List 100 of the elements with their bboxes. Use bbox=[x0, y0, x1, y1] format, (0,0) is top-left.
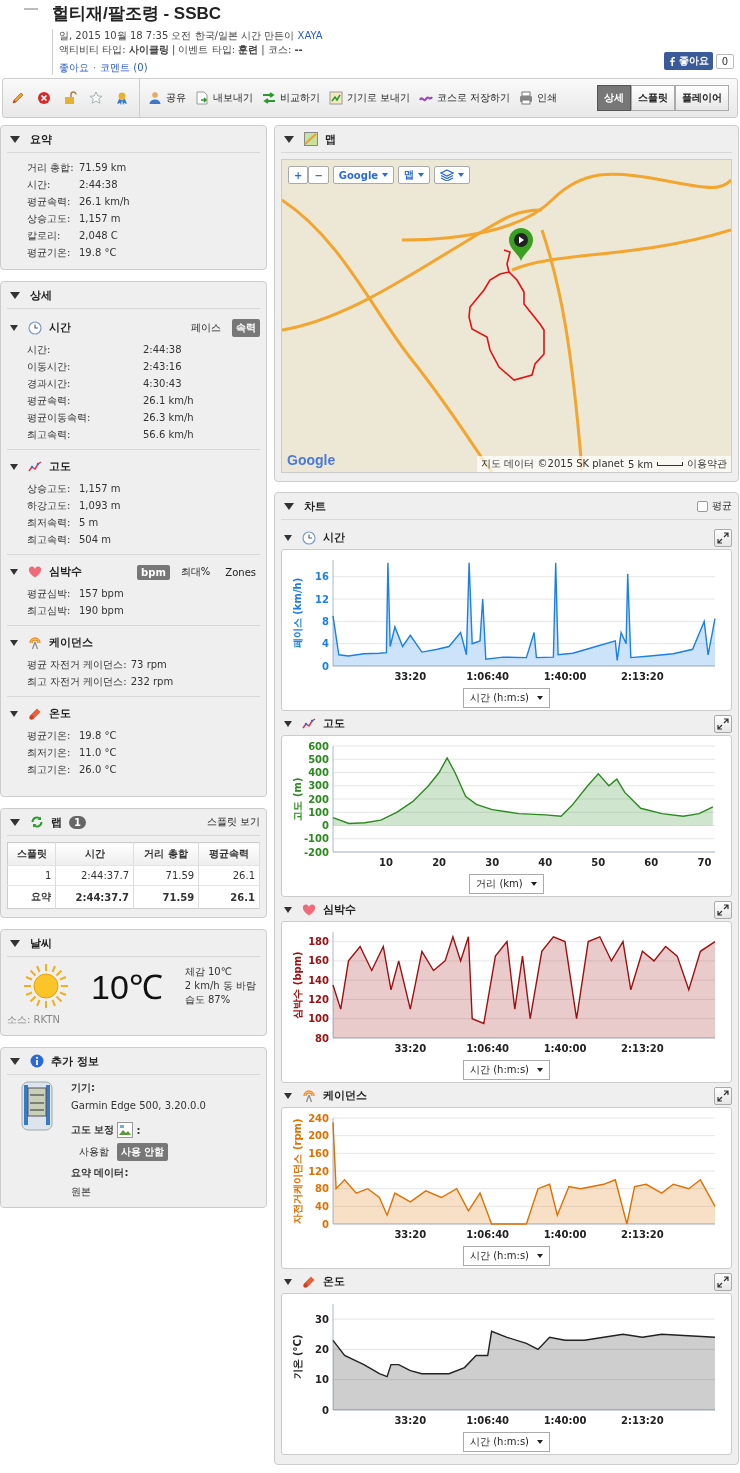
x-axis-dropdown[interactable]: 거리 (km) bbox=[469, 874, 544, 894]
unit-toggle[interactable]: 속력 bbox=[232, 319, 260, 337]
collapse-caret-icon[interactable] bbox=[10, 135, 20, 143]
view-tab[interactable]: 스플릿 bbox=[631, 85, 675, 111]
unit-toggle[interactable]: Zones bbox=[221, 564, 260, 580]
stat-value: 1,157 m bbox=[79, 212, 121, 226]
activity-date: 일, 2015 10월 18 7:35 오전 한국/일본 시간 만든이 bbox=[59, 30, 295, 41]
expand-button[interactable] bbox=[714, 528, 732, 547]
axis-tick-label: 500 bbox=[307, 753, 329, 765]
toolbar-action-button[interactable]: 내보내기 bbox=[195, 91, 253, 105]
collapse-caret-icon[interactable] bbox=[284, 720, 292, 727]
x-axis-dropdown[interactable]: 시간 (h:m:s) bbox=[463, 1246, 550, 1266]
elevation-correction-option[interactable]: 사용함 bbox=[75, 1143, 113, 1161]
expand-button[interactable] bbox=[714, 1086, 732, 1105]
like-link[interactable]: 좋아요 bbox=[59, 61, 89, 75]
toolbar-action-button[interactable]: 공유 bbox=[148, 91, 186, 105]
collapse-caret-icon[interactable] bbox=[10, 818, 20, 826]
toolbar-action-button[interactable]: 인쇄 bbox=[519, 91, 558, 105]
toolbar-action-button[interactable]: 코스로 저장하기 bbox=[419, 91, 511, 105]
collapse-caret-icon[interactable] bbox=[284, 906, 292, 913]
panel-title: 맵 bbox=[325, 131, 336, 147]
table-cell: 2:44:37.7 bbox=[55, 865, 134, 886]
stat-value: 19.8 °C bbox=[79, 729, 117, 743]
axis-tick-label: 1:06:40 bbox=[465, 671, 509, 682]
axis-tick-label: 30 bbox=[314, 1313, 329, 1325]
collapse-caret-icon[interactable] bbox=[10, 1057, 20, 1065]
stat-label: 상승고도: bbox=[27, 482, 72, 496]
terms-link[interactable]: 이용약관 bbox=[687, 457, 727, 471]
panel-title: 요약 bbox=[30, 131, 52, 147]
collapse-caret-icon[interactable] bbox=[284, 1092, 292, 1099]
axis-tick-label: 2:13:20 bbox=[620, 1415, 664, 1426]
axis-tick-label: 200 bbox=[307, 793, 329, 805]
collapse-caret-icon[interactable] bbox=[10, 569, 18, 575]
collapse-caret-icon[interactable] bbox=[10, 711, 18, 717]
map-marker-icon bbox=[509, 228, 533, 261]
unit-toggle[interactable]: bpm bbox=[137, 564, 170, 580]
field-label: 요약 데이터: bbox=[71, 1166, 130, 1180]
map-type-dropdown[interactable]: 맵 bbox=[398, 166, 431, 184]
gps-device-drawing bbox=[21, 1081, 53, 1131]
expand-button[interactable] bbox=[714, 900, 732, 919]
collapse-caret-icon[interactable] bbox=[284, 502, 294, 510]
collapse-caret-icon[interactable] bbox=[284, 1278, 292, 1285]
collapse-caret-icon[interactable] bbox=[284, 534, 292, 541]
collapse-caret-icon[interactable] bbox=[10, 939, 20, 947]
axis-tick-label: 100 bbox=[307, 806, 329, 818]
axis-tick-label: 50 bbox=[590, 857, 605, 868]
collapse-caret-icon[interactable] bbox=[10, 291, 20, 299]
view-tab[interactable]: 플레이어 bbox=[675, 85, 729, 111]
collapse-caret-icon[interactable] bbox=[10, 464, 18, 470]
toolbar-action-button[interactable]: 기기로 보내기 bbox=[329, 91, 411, 105]
collapse-caret-icon[interactable] bbox=[10, 325, 18, 331]
facebook-like-button[interactable]: 좋아요 bbox=[663, 52, 713, 70]
lap-count-badge: 1 bbox=[69, 815, 86, 829]
x-axis-dropdown[interactable]: 시간 (h:m:s) bbox=[463, 1432, 550, 1452]
axis-tick-label: 60 bbox=[643, 857, 658, 868]
view-tab[interactable]: 상세 bbox=[597, 85, 631, 111]
section-title: 케이던스 bbox=[49, 636, 93, 650]
axis-tick-label: 2:13:20 bbox=[620, 1229, 664, 1240]
column-header: 평균속력 bbox=[198, 842, 260, 866]
stat-value: 26.1 km/h bbox=[79, 195, 130, 209]
axis-title: 기온 (°C) bbox=[291, 1334, 303, 1380]
zoom-out-button[interactable]: − bbox=[308, 166, 329, 184]
delete-button[interactable] bbox=[35, 89, 53, 107]
collapse-caret-icon[interactable] bbox=[10, 640, 18, 646]
stat-label: 상승고도: bbox=[27, 212, 72, 226]
x-axis-dropdown[interactable]: 시간 (h:m:s) bbox=[463, 1060, 550, 1080]
elevation-correction-option[interactable]: 사용 안함 bbox=[117, 1143, 169, 1161]
activity-title: 헐티재/팔조령 - SSBC bbox=[52, 3, 223, 25]
axis-tick-label: 33:20 bbox=[393, 1229, 426, 1240]
x-axis-dropdown[interactable]: 시간 (h:m:s) bbox=[463, 688, 550, 708]
axis-tick-label: -100 bbox=[303, 833, 329, 845]
layers-dropdown[interactable] bbox=[434, 166, 471, 184]
expand-button[interactable] bbox=[714, 714, 732, 733]
sun-icon bbox=[23, 963, 69, 1009]
author-link[interactable]: XAYA bbox=[297, 30, 323, 41]
zoom-in-button[interactable]: + bbox=[288, 166, 309, 184]
axis-tick-label: 300 bbox=[307, 780, 329, 792]
stat-label: 시간: bbox=[27, 178, 52, 192]
expand-button[interactable] bbox=[714, 1272, 732, 1291]
stat-value: 11.0 °C bbox=[79, 746, 117, 760]
map-provider-dropdown[interactable]: Google bbox=[332, 166, 395, 184]
view-splits-link[interactable]: 스플릿 보기 bbox=[206, 815, 260, 829]
stat-label: 평균기온: bbox=[27, 729, 72, 743]
axis-tick-label: 33:20 bbox=[393, 1043, 426, 1054]
panel-title: 날씨 bbox=[30, 935, 52, 951]
average-checkbox[interactable] bbox=[697, 500, 708, 512]
document-arrow-icon bbox=[195, 91, 209, 105]
map-scale: 5 km bbox=[627, 458, 653, 470]
unit-toggle[interactable]: 페이스 bbox=[187, 319, 225, 337]
person-icon bbox=[148, 91, 162, 105]
axis-tick-label: 80 bbox=[314, 1032, 329, 1044]
star-button[interactable] bbox=[87, 89, 105, 107]
axis-tick-label: 30 bbox=[484, 857, 499, 868]
axis-tick-label: 1:06:40 bbox=[465, 1043, 509, 1054]
toolbar-action-button[interactable]: 비교하기 bbox=[262, 91, 320, 105]
collapse-caret-icon[interactable] bbox=[284, 135, 294, 143]
stat-value: 4:30:43 bbox=[143, 377, 182, 391]
comment-link[interactable]: 코멘트 (0) bbox=[100, 61, 148, 75]
unit-toggle[interactable]: 최대% bbox=[176, 563, 215, 581]
axis-tick-label: 160 bbox=[307, 955, 329, 967]
